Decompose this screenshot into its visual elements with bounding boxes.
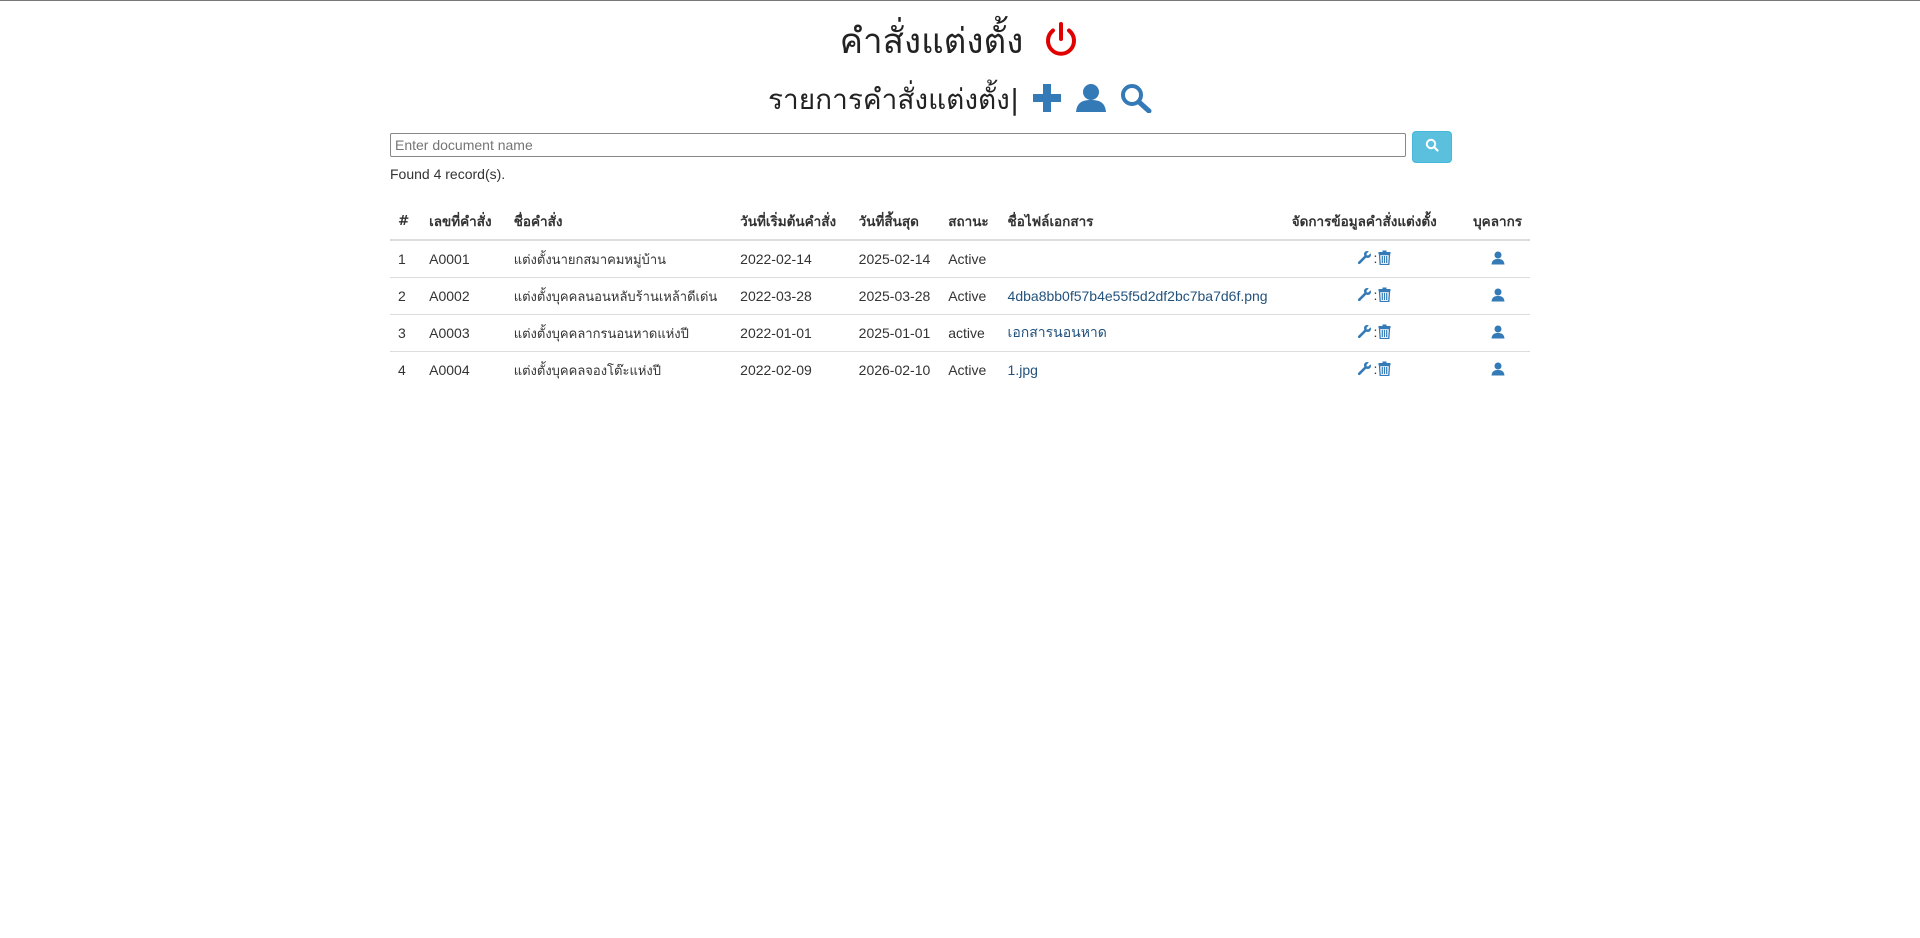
row-actions: : xyxy=(1283,239,1466,278)
row-file-link[interactable]: 1.jpg xyxy=(1008,362,1038,378)
table-row: 4 A0004 แต่งตั้งบุคคลจองโต๊ะแห่งปี 2022-02-… xyxy=(390,351,1530,388)
row-name: แต่งตั้งนายกสมาคมหมู่บ้าน xyxy=(505,239,733,278)
action-separator: : xyxy=(1373,250,1378,266)
row-start-date: 2022-03-28 xyxy=(732,277,851,315)
plus-icon[interactable] xyxy=(1032,80,1062,128)
row-end-date: 2025-02-14 xyxy=(850,239,941,278)
row-number: A0003 xyxy=(421,314,506,352)
row-status: Active xyxy=(940,351,1000,388)
user-icon[interactable] xyxy=(1075,80,1107,128)
row-personnel xyxy=(1465,314,1530,352)
row-file-cell: 4dba8bb0f57b4e55f5d2df2bc7ba7d6f.png xyxy=(999,277,1284,315)
user-icon[interactable] xyxy=(1491,251,1505,268)
row-number: A0002 xyxy=(421,277,506,315)
column-header-manage: จัดการข้อมูลคำสั่งแต่งตั้ง xyxy=(1283,203,1466,241)
row-status: Active xyxy=(940,277,1000,315)
row-personnel xyxy=(1465,239,1530,278)
user-icon[interactable] xyxy=(1491,325,1505,342)
row-start-date: 2022-01-01 xyxy=(732,314,851,352)
trash-icon[interactable] xyxy=(1378,287,1391,305)
table-row: 1 A0001 แต่งตั้งนายกสมาคมหมู่บ้าน 2022-02-1… xyxy=(390,239,1530,278)
page-subtitle: รายการคำสั่งแต่งตั้ง| xyxy=(767,83,1020,116)
trash-icon[interactable] xyxy=(1378,361,1391,379)
column-header-start: วันที่เริ่มต้นคำสั่ง xyxy=(732,203,851,241)
wrench-icon[interactable] xyxy=(1357,287,1372,305)
row-personnel xyxy=(1465,351,1530,388)
top-border xyxy=(0,0,1920,1)
row-end-date: 2026-02-10 xyxy=(850,351,941,388)
row-index: 3 xyxy=(390,314,422,352)
action-separator: : xyxy=(1373,324,1378,340)
row-status: Active xyxy=(940,239,1000,278)
row-file-cell: เอกสารนอนหาด xyxy=(999,314,1284,352)
trash-icon[interactable] xyxy=(1378,250,1391,268)
column-header-index: # xyxy=(390,203,422,241)
wrench-icon[interactable] xyxy=(1357,324,1372,342)
row-index: 1 xyxy=(390,239,422,278)
trash-icon[interactable] xyxy=(1378,324,1391,342)
column-header-end: วันที่สิ้นสุด xyxy=(850,203,941,241)
row-index: 4 xyxy=(390,351,422,388)
table-row: 2 A0002 แต่งตั้งบุคคลนอนหลับร้านเหล้าดีเด่… xyxy=(390,277,1530,315)
page-subtitle-row: รายการคำสั่งแต่งตั้ง| xyxy=(0,76,1920,128)
row-index: 2 xyxy=(390,277,422,315)
user-icon[interactable] xyxy=(1491,362,1505,379)
wrench-icon[interactable] xyxy=(1357,361,1372,379)
row-actions: : xyxy=(1283,351,1466,388)
search-icon[interactable] xyxy=(1120,80,1152,128)
row-file-cell: 1.jpg xyxy=(999,351,1284,388)
row-file-link[interactable]: 4dba8bb0f57b4e55f5d2df2bc7ba7d6f.png xyxy=(1008,288,1268,304)
column-header-personnel: บุคลากร xyxy=(1465,203,1530,241)
row-actions: : xyxy=(1283,314,1466,352)
row-end-date: 2025-03-28 xyxy=(850,277,941,315)
column-header-status: สถานะ xyxy=(940,203,1000,241)
row-number: A0004 xyxy=(421,351,506,388)
row-start-date: 2022-02-14 xyxy=(732,239,851,278)
column-header-name: ชื่อคำสั่ง xyxy=(505,203,733,241)
row-name: แต่งตั้งบุคคลจองโต๊ะแห่งปี xyxy=(505,351,733,388)
row-end-date: 2025-01-01 xyxy=(850,314,941,352)
row-status: active xyxy=(940,314,1000,352)
page-title: คำสั่งแต่งตั้ง xyxy=(839,22,1024,62)
row-number: A0001 xyxy=(421,239,506,278)
wrench-icon[interactable] xyxy=(1357,250,1372,268)
column-header-number: เลขที่คำสั่ง xyxy=(421,203,506,241)
action-separator: : xyxy=(1373,287,1378,303)
search-button[interactable] xyxy=(1412,131,1452,163)
row-file-cell xyxy=(999,239,1284,278)
action-separator: : xyxy=(1373,361,1378,377)
table-row: 3 A0003 แต่งตั้งบุคคลากรนอนหาดแห่งปี 2022-0… xyxy=(390,314,1530,352)
search-icon xyxy=(1425,138,1439,156)
row-actions: : xyxy=(1283,277,1466,315)
search-input[interactable] xyxy=(390,133,1406,157)
row-name: แต่งตั้งบุคคลนอนหลับร้านเหล้าดีเด่น xyxy=(505,277,733,315)
row-personnel xyxy=(1465,277,1530,315)
row-name: แต่งตั้งบุคคลากรนอนหาดแห่งปี xyxy=(505,314,733,352)
row-file-link[interactable]: เอกสารนอนหาด xyxy=(1008,324,1107,340)
result-count: Found 4 record(s). xyxy=(390,166,506,182)
orders-table: # เลขที่คำสั่ง ชื่อคำสั่ง วันที่เริ่มต้น… xyxy=(390,203,1530,388)
table-header-row: # เลขที่คำสั่ง ชื่อคำสั่ง วันที่เริ่มต้น… xyxy=(390,203,1530,241)
user-icon[interactable] xyxy=(1491,288,1505,305)
power-icon[interactable] xyxy=(1042,20,1080,76)
row-start-date: 2022-02-09 xyxy=(732,351,851,388)
column-header-file: ชื่อไฟล์เอกสาร xyxy=(999,203,1284,241)
page-title-row: คำสั่งแต่งตั้ง xyxy=(0,14,1920,76)
